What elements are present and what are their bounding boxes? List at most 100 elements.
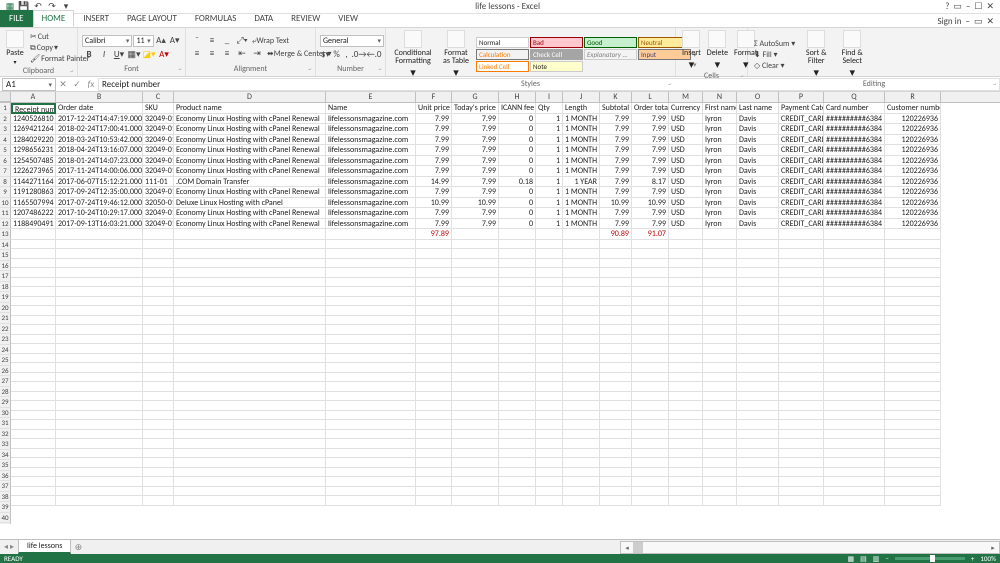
- cell[interactable]: [779, 449, 824, 459]
- cell[interactable]: ##########6384: [824, 145, 885, 156]
- cell[interactable]: 120226936: [885, 145, 941, 156]
- cell[interactable]: 1 MONTH: [563, 208, 600, 219]
- cell[interactable]: 1 MONTH: [563, 198, 600, 209]
- cell[interactable]: 120226936: [885, 124, 941, 135]
- cell[interactable]: [669, 268, 703, 278]
- cell[interactable]: ##########6384: [824, 156, 885, 167]
- cell[interactable]: [452, 287, 499, 297]
- cell[interactable]: lifelessonsmagazine.com: [326, 145, 416, 156]
- cell[interactable]: [779, 259, 824, 269]
- cell[interactable]: USD: [669, 166, 703, 177]
- cell[interactable]: [703, 335, 737, 345]
- cell[interactable]: [56, 411, 143, 421]
- cell[interactable]: [536, 335, 563, 345]
- cell[interactable]: 1: [536, 166, 563, 177]
- cell[interactable]: lifelessonsmagazine.com: [326, 208, 416, 219]
- cell[interactable]: [824, 439, 885, 449]
- cell[interactable]: Davis: [737, 187, 779, 198]
- cell[interactable]: 7.99: [452, 124, 499, 135]
- row-header-6[interactable]: 6: [0, 156, 11, 167]
- tab-file[interactable]: FILE: [0, 10, 33, 27]
- cell[interactable]: [499, 344, 536, 354]
- cell[interactable]: lifelessonsmagazine.com: [326, 177, 416, 188]
- cell[interactable]: [563, 229, 600, 240]
- cell[interactable]: USD: [669, 198, 703, 209]
- cell[interactable]: [737, 392, 779, 402]
- cell[interactable]: First name: [703, 103, 737, 114]
- cell[interactable]: [416, 449, 452, 459]
- cell[interactable]: [499, 335, 536, 345]
- cell[interactable]: [326, 316, 416, 326]
- cell[interactable]: 2017-06-07T15:12:21.000Z: [56, 177, 143, 188]
- maximize-icon[interactable]: ☐: [974, 1, 982, 12]
- cell[interactable]: [885, 477, 941, 487]
- cell[interactable]: [499, 325, 536, 335]
- cell[interactable]: [174, 306, 326, 316]
- cell[interactable]: 1: [536, 198, 563, 209]
- cell[interactable]: ##########6384: [824, 187, 885, 198]
- row-header-13[interactable]: 13: [0, 229, 11, 240]
- col-header-R[interactable]: R: [885, 92, 941, 102]
- cell[interactable]: [452, 382, 499, 392]
- cell[interactable]: [56, 249, 143, 259]
- cell[interactable]: [326, 259, 416, 269]
- cell[interactable]: [779, 249, 824, 259]
- cell[interactable]: [143, 449, 174, 459]
- cell[interactable]: [563, 439, 600, 449]
- insert-cells-button[interactable]: Insert▾: [680, 30, 703, 71]
- cell[interactable]: lifelessonsmagazine.com: [326, 156, 416, 167]
- cell[interactable]: 0: [499, 198, 536, 209]
- cell[interactable]: [737, 297, 779, 307]
- cell[interactable]: [779, 411, 824, 421]
- align-top-icon[interactable]: ¯: [190, 35, 204, 46]
- cell[interactable]: 32049-01: [143, 156, 174, 167]
- row-header-8[interactable]: 8: [0, 177, 11, 188]
- cell[interactable]: [499, 240, 536, 250]
- cell[interactable]: [669, 306, 703, 316]
- cell[interactable]: [779, 420, 824, 430]
- cell[interactable]: [174, 411, 326, 421]
- cell[interactable]: 7.99: [600, 187, 632, 198]
- cell[interactable]: [452, 468, 499, 478]
- cell[interactable]: [632, 468, 669, 478]
- cell[interactable]: [632, 411, 669, 421]
- cell[interactable]: [536, 420, 563, 430]
- cell[interactable]: [632, 496, 669, 506]
- cell[interactable]: [416, 297, 452, 307]
- cell[interactable]: [416, 382, 452, 392]
- cell[interactable]: 1 MONTH: [563, 166, 600, 177]
- cell[interactable]: [737, 229, 779, 240]
- style-linked-cell[interactable]: Linked Cell: [476, 61, 529, 72]
- cell[interactable]: [11, 240, 56, 250]
- cell[interactable]: [536, 316, 563, 326]
- cell[interactable]: [885, 411, 941, 421]
- cell[interactable]: 1165507994: [11, 198, 56, 209]
- cell[interactable]: USD: [669, 145, 703, 156]
- cell[interactable]: [326, 354, 416, 364]
- cell[interactable]: [143, 259, 174, 269]
- cell[interactable]: [11, 458, 56, 468]
- cell-area[interactable]: Receipt numberOrder dateSKUProduct nameN…: [11, 103, 941, 506]
- cell[interactable]: [536, 354, 563, 364]
- row-header-3[interactable]: 3: [0, 124, 11, 135]
- cell[interactable]: [703, 344, 737, 354]
- cell[interactable]: [499, 430, 536, 440]
- cell[interactable]: [885, 468, 941, 478]
- cell[interactable]: [824, 268, 885, 278]
- cell[interactable]: 10.99: [416, 198, 452, 209]
- row-header-31[interactable]: 31: [0, 418, 11, 429]
- cell[interactable]: [600, 278, 632, 288]
- cell[interactable]: [779, 496, 824, 506]
- cell[interactable]: [11, 335, 56, 345]
- cell[interactable]: 0: [499, 187, 536, 198]
- cell[interactable]: 32049-01: [143, 208, 174, 219]
- cell[interactable]: [600, 240, 632, 250]
- cell[interactable]: 1254507485: [11, 156, 56, 167]
- cell[interactable]: [632, 487, 669, 497]
- cell[interactable]: [824, 306, 885, 316]
- cell[interactable]: 1240526810: [11, 114, 56, 125]
- cell[interactable]: [703, 477, 737, 487]
- cell[interactable]: [174, 344, 326, 354]
- cell[interactable]: 7.99: [600, 124, 632, 135]
- cell[interactable]: 7.99: [416, 166, 452, 177]
